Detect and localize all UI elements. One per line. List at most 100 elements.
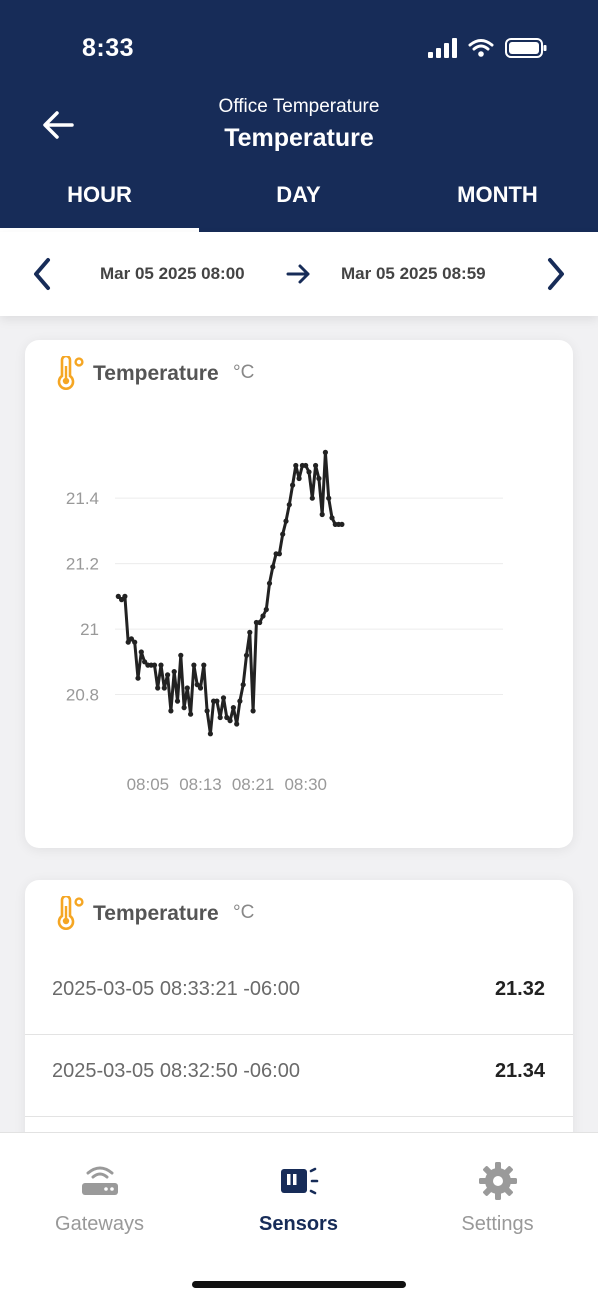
data-point <box>217 714 223 721</box>
data-point <box>230 705 236 711</box>
nav-settings[interactable]: Settings <box>398 1161 597 1241</box>
thermometer-icon <box>57 896 84 930</box>
y-tick-label: 21 <box>80 620 99 639</box>
data-point <box>122 593 128 599</box>
data-point <box>151 662 158 668</box>
tab-month[interactable]: MONTH <box>398 182 597 208</box>
data-point <box>266 580 273 586</box>
data-point <box>174 698 181 704</box>
data-point <box>132 639 138 645</box>
app-header: 8:33 Office Temperature Temperature HOUR… <box>0 0 598 232</box>
data-point <box>283 518 289 524</box>
nav-sensors[interactable]: Sensors <box>199 1161 398 1241</box>
previous-range-button[interactable] <box>28 256 56 292</box>
chart-card: Temperature °C 20.8 21 21.2 21.4 08:05 08:13 0… <box>25 340 573 848</box>
data-point <box>293 462 299 469</box>
tab-day[interactable]: DAY <box>199 182 398 208</box>
readings-title: Temperature <box>93 902 219 925</box>
data-point <box>329 515 335 521</box>
data-point <box>326 495 332 501</box>
y-tick-label: 21.2 <box>66 555 99 574</box>
reading-timestamp: 2025-03-05 08:32:50 -06:00 <box>52 1060 300 1082</box>
data-point <box>286 502 292 508</box>
tab-hour[interactable]: HOUR <box>0 182 199 208</box>
gear-icon <box>478 1162 517 1200</box>
reading-value: 21.32 <box>494 978 545 1000</box>
data-point <box>303 462 309 469</box>
reading-value: 21.34 <box>494 1060 545 1082</box>
y-tick-label: 20.8 <box>66 686 99 705</box>
data-point <box>171 669 177 675</box>
data-point <box>197 685 204 691</box>
status-time: 8:33 <box>82 34 135 62</box>
data-point <box>316 475 322 482</box>
data-point <box>178 652 184 658</box>
data-point <box>322 449 328 455</box>
data-point <box>227 718 233 724</box>
x-tick-label: 08:05 <box>127 775 170 794</box>
data-point <box>309 495 315 501</box>
data-point <box>257 619 263 626</box>
y-tick-label: 21.4 <box>66 489 99 508</box>
data-point <box>276 551 282 557</box>
data-point <box>181 705 187 711</box>
data-point <box>184 685 190 691</box>
data-point <box>237 698 243 704</box>
data-point <box>207 731 213 737</box>
series-line <box>117 450 342 736</box>
data-point <box>247 629 253 635</box>
data-point <box>135 675 141 681</box>
data-point <box>260 613 266 619</box>
nav-gateways[interactable]: Gateways <box>0 1161 199 1241</box>
data-point <box>204 708 210 714</box>
data-point <box>161 685 167 691</box>
data-point <box>240 682 246 688</box>
data-point <box>158 662 164 668</box>
data-point <box>319 511 325 518</box>
x-tick-label: 08:21 <box>232 775 275 794</box>
data-point <box>296 475 302 482</box>
nav-settings-label: Settings <box>461 1213 534 1235</box>
next-range-button[interactable] <box>542 256 570 292</box>
reading-row[interactable]: 2025-03-05 08:32:50 -06:00 21.34 <box>25 1036 573 1117</box>
data-point <box>165 672 171 678</box>
data-point <box>214 698 220 704</box>
data-point <box>339 521 345 527</box>
home-indicator <box>192 1281 406 1288</box>
router-icon <box>81 1166 118 1195</box>
device-name: Office Temperature <box>218 96 380 117</box>
bottom-navigation: Gateways Sensors Settings <box>0 1132 598 1300</box>
range-end: Mar 05 2025 08:59 <box>341 264 486 283</box>
chevron-left-icon <box>34 258 50 290</box>
data-point <box>290 482 296 488</box>
data-point <box>263 606 269 613</box>
data-point <box>191 662 197 668</box>
signal-wifi-battery-icon <box>428 38 547 58</box>
x-tick-label: 08:13 <box>179 775 222 794</box>
data-point <box>270 564 276 570</box>
data-point <box>201 662 207 668</box>
reading-timestamp: 2025-03-05 08:33:21 -06:00 <box>52 978 300 1000</box>
chevron-right-icon <box>548 258 564 290</box>
arrow-right-icon <box>286 262 312 286</box>
readings-unit: °C <box>233 902 255 923</box>
sensor-icon <box>280 1167 318 1195</box>
data-point <box>306 469 312 475</box>
page-title: Temperature <box>224 124 374 152</box>
data-point <box>138 649 144 655</box>
data-point <box>280 531 286 537</box>
data-point <box>188 711 194 717</box>
temperature-line-chart: 20.8 21 21.2 21.4 08:05 08:13 08:21 08:30 <box>66 449 503 794</box>
nav-gateways-label: Gateways <box>55 1213 144 1235</box>
data-point <box>313 462 319 469</box>
data-point <box>168 708 174 714</box>
data-point <box>250 708 256 714</box>
data-point <box>234 721 240 727</box>
date-range-bar: Mar 05 2025 08:00 Mar 05 2025 08:59 <box>0 232 598 316</box>
status-icons <box>428 36 548 65</box>
reading-row[interactable]: 2025-03-05 08:33:21 -06:00 21.32 <box>25 954 573 1035</box>
data-point <box>243 652 250 658</box>
x-tick-label: 08:30 <box>284 775 327 794</box>
nav-sensors-label: Sensors <box>259 1213 338 1235</box>
range-start: Mar 05 2025 08:00 <box>100 264 245 283</box>
